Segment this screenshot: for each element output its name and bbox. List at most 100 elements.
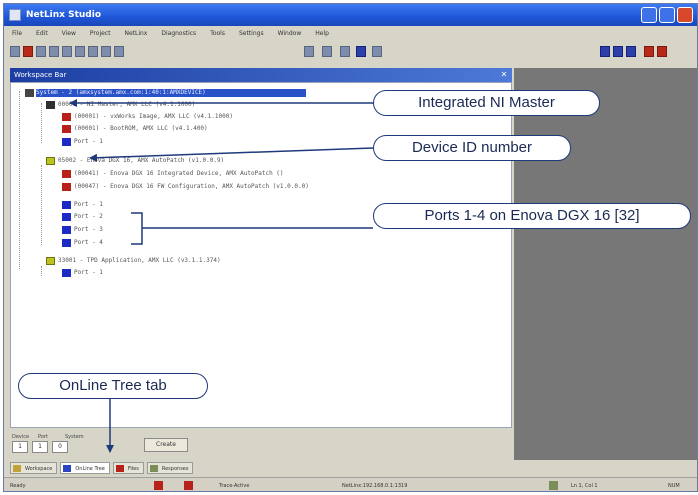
new-icon[interactable] [10, 46, 20, 57]
device-field[interactable]: 1 [12, 441, 28, 453]
status-position: Ln 1, Col 1 [571, 483, 598, 489]
close-icon[interactable] [677, 7, 693, 23]
device-icon [46, 157, 55, 165]
open-icon[interactable] [23, 46, 33, 57]
menu-window[interactable]: Window [278, 26, 302, 42]
tree-dgx-port-1[interactable]: Port - 1 [74, 201, 103, 209]
tree-dgx-port-4[interactable]: Port - 4 [74, 239, 103, 247]
menu-netlinx[interactable]: NetLinx [124, 26, 147, 42]
window-cascade-icon[interactable] [613, 46, 623, 57]
tree-dgx-port-2[interactable]: Port - 2 [74, 213, 103, 221]
menu-edit[interactable]: Edit [36, 26, 48, 42]
app-icon [9, 9, 21, 21]
port-label: Port [38, 434, 48, 440]
create-button[interactable]: Create [144, 438, 188, 452]
port-icon [62, 201, 71, 209]
file-transfer-icon[interactable] [340, 46, 350, 57]
window-tile-icon[interactable] [600, 46, 610, 57]
callout-ports-1-4: Ports 1-4 on Enova DGX 16 [32] [373, 203, 691, 229]
tree-dgx-fw-configuration[interactable]: (00047) - Enova DGX 16 FW Configuration,… [74, 183, 309, 191]
system-label: System [65, 434, 84, 440]
maximize-icon[interactable] [659, 7, 675, 23]
firmware-icon [62, 125, 71, 133]
build-icon[interactable] [322, 46, 332, 57]
device-address-fields: Device Port System 1 1 0 Create [10, 434, 210, 458]
redo-icon[interactable] [114, 46, 124, 57]
port-icon [62, 226, 71, 234]
workspace-icon [13, 465, 21, 472]
minimize-icon[interactable] [641, 7, 657, 23]
files-icon [115, 465, 124, 472]
editor-area [514, 68, 697, 460]
window-arrange-icon[interactable] [626, 46, 636, 57]
copy-icon[interactable] [75, 46, 85, 57]
menu-file[interactable]: File [12, 26, 22, 42]
notifications-icon[interactable] [356, 46, 366, 57]
tab-files[interactable]: Files [112, 462, 144, 474]
trace-icon [154, 481, 163, 490]
tab-workspace[interactable]: Workspace [10, 462, 58, 474]
title-bar: NetLinx Studio [4, 4, 697, 26]
tree-master-bootrom[interactable]: (00001) - BootROM, AMX LLC (v4.1.400) [74, 125, 208, 133]
tree-master-port-1[interactable]: Port - 1 [74, 138, 103, 146]
tree-tpd-application[interactable]: 33001 - TPD Application, AMX LLC (v3.1.1… [58, 257, 221, 265]
port-icon [62, 138, 71, 146]
port-field[interactable]: 1 [32, 441, 48, 453]
callout-device-id-number: Device ID number [373, 135, 571, 161]
system-icon [25, 89, 34, 97]
menu-diagnostics[interactable]: Diagnostics [161, 26, 196, 42]
save-all-icon[interactable] [49, 46, 59, 57]
tab-label: Responses [161, 466, 189, 472]
callout-online-tree-tab: OnLine Tree tab [18, 373, 208, 399]
menu-tools[interactable]: Tools [210, 26, 225, 42]
tree-dgx-port-3[interactable]: Port - 3 [74, 226, 103, 234]
panel-close-icon[interactable]: ✕ [499, 70, 509, 80]
tab-label: Workspace [25, 466, 53, 472]
device-label: Device [12, 434, 30, 440]
netlinx-studio-window: NetLinx Studio File Edit View Project Ne… [3, 3, 698, 492]
callout-integrated-ni-master: Integrated NI Master [373, 90, 600, 116]
window-title: NetLinx Studio [26, 10, 102, 20]
connection-icon [184, 481, 193, 490]
device-icon [46, 257, 55, 265]
tab-responses[interactable]: Responses [146, 462, 194, 474]
menu-project[interactable]: Project [90, 26, 111, 42]
help-icon[interactable] [644, 46, 654, 57]
workspace-tabs: Workspace OnLine Tree Files Responses [10, 462, 310, 474]
status-bar: Ready Trace-Active NetLinx:192.168.0.1:1… [4, 477, 697, 491]
status-mode: NUM [668, 483, 680, 489]
tree-tpd-port-1[interactable]: Port - 1 [74, 269, 103, 277]
menu-bar: File Edit View Project NetLinx Diagnosti… [4, 26, 697, 42]
menu-settings[interactable]: Settings [239, 26, 264, 42]
master-icon [46, 101, 55, 109]
tree-master-firmware[interactable]: (00001) - vxWorks Image, AMX LLC (v4.1.1… [74, 113, 233, 121]
panel-title: Workspace Bar [14, 71, 67, 79]
port-icon [62, 213, 71, 221]
paste-icon[interactable] [88, 46, 98, 57]
save-icon[interactable] [36, 46, 46, 57]
port-icon [62, 269, 71, 277]
menu-view[interactable]: View [62, 26, 76, 42]
status-address: NetLinx:192.168.0.1:1319 [342, 483, 408, 489]
status-connection: Trace-Active [219, 483, 250, 489]
firmware-icon [62, 113, 71, 121]
undo-icon[interactable] [101, 46, 111, 57]
network-icon [549, 481, 558, 490]
tree-dgx-integrated-device[interactable]: (00041) - Enova DGX 16 Integrated Device… [74, 170, 284, 178]
tab-label: Files [127, 466, 139, 472]
tree-system[interactable]: System - 2 (amxsystem.amx.com:1:40:1:AMX… [36, 89, 306, 97]
cut-icon[interactable] [62, 46, 72, 57]
tree-enova-dgx-16[interactable]: 05002 - Enova DGX 16, AMX AutoPatch (v1.… [58, 157, 224, 165]
firmware-icon [62, 170, 71, 178]
system-field[interactable]: 0 [52, 441, 68, 453]
diagnostics-icon[interactable] [372, 46, 382, 57]
compile-icon[interactable] [304, 46, 314, 57]
tab-label: OnLine Tree [75, 466, 105, 472]
context-help-icon[interactable] [657, 46, 667, 57]
status-ready: Ready [10, 483, 26, 489]
tab-online-tree[interactable]: OnLine Tree [60, 462, 110, 474]
tree-ni-master[interactable]: 00000 - NI Master, AMX LLC (v4.1.1000) [58, 101, 195, 109]
menu-help[interactable]: Help [315, 26, 329, 42]
toolbar [4, 42, 697, 62]
port-icon [62, 239, 71, 247]
